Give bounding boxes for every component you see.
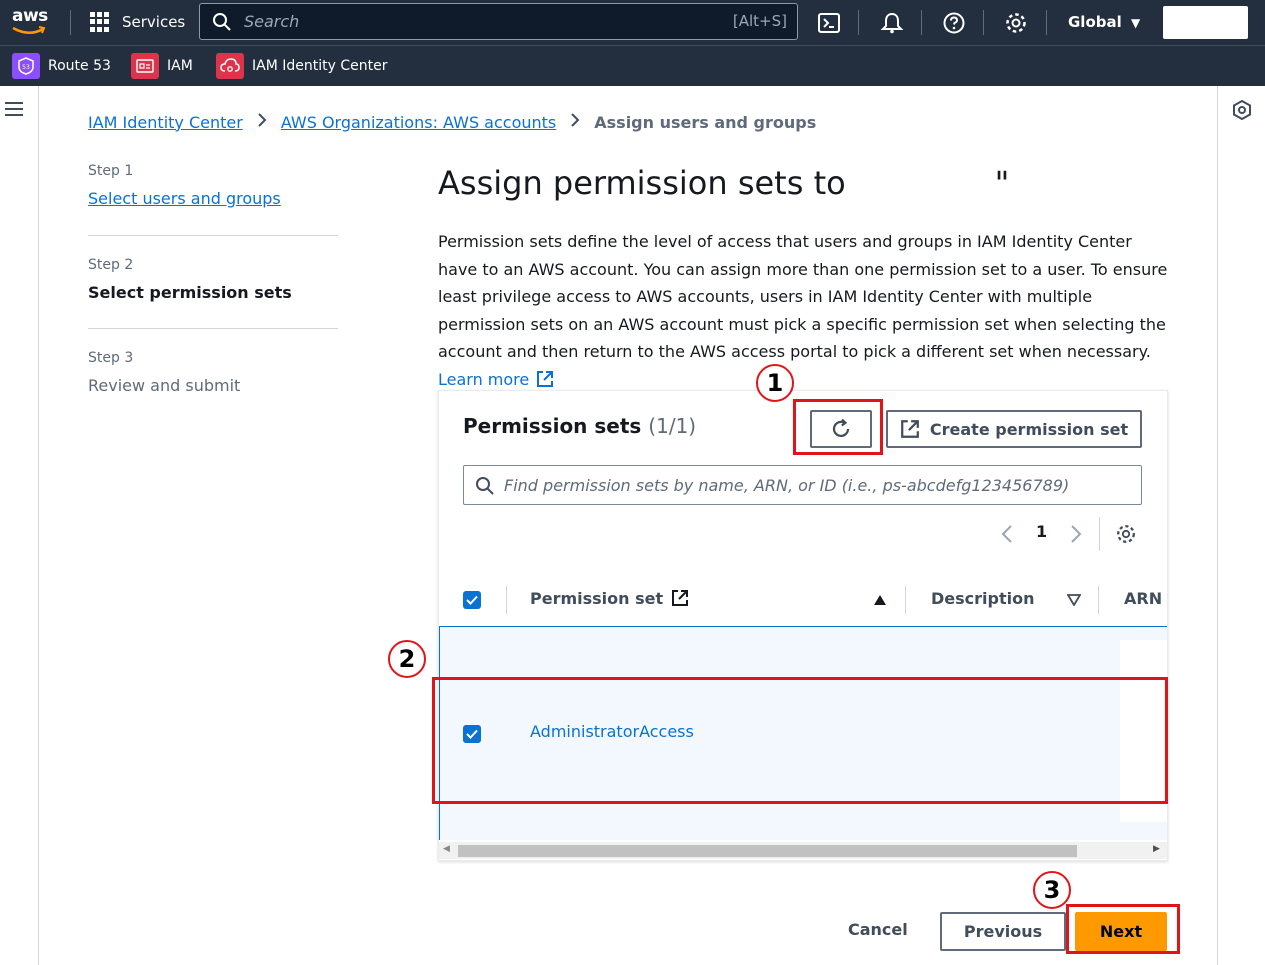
breadcrumb-link[interactable]: IAM Identity Center [88, 113, 243, 132]
scrollbar-thumb[interactable] [458, 845, 1077, 857]
services-menu-button[interactable]: Services [90, 12, 185, 32]
check-icon [466, 595, 478, 605]
cloudshell-icon[interactable] [817, 11, 841, 35]
favorite-label: IAM Identity Center [252, 58, 388, 74]
search-shortcut: [Alt+S] [732, 12, 787, 30]
search-placeholder: Search [244, 12, 300, 31]
caret-down-icon: ▼ [1131, 16, 1141, 30]
step-1-link[interactable]: Select users and groups [88, 189, 281, 208]
favorite-label: IAM [167, 58, 193, 74]
breadcrumb: IAM Identity Center AWS Organizations: A… [88, 112, 816, 132]
column-header-description[interactable]: Description [931, 589, 1034, 608]
iam-icon [131, 53, 159, 79]
info-panel-icon[interactable] [1232, 100, 1252, 120]
services-grid-icon [90, 12, 110, 32]
step-badge-2: 2 [388, 640, 426, 678]
sort-ascending-icon[interactable] [873, 594, 887, 606]
step-label: Step 1 [88, 163, 134, 179]
find-placeholder: Find permission sets by name, ARN, or ID… [504, 476, 1070, 495]
create-permission-set-button[interactable]: Create permission set [886, 410, 1142, 448]
next-page-icon[interactable] [1069, 524, 1083, 544]
page-title-text: Assign permission sets to " [438, 164, 871, 202]
page-number[interactable]: 1 [1036, 522, 1047, 541]
column-header-permission-set[interactable]: Permission set [530, 589, 689, 608]
external-link-icon [671, 590, 688, 606]
step-divider [88, 235, 338, 236]
step-divider [88, 328, 338, 329]
external-link-icon [537, 370, 554, 387]
previous-page-icon[interactable] [1000, 524, 1014, 544]
divider [858, 10, 859, 35]
navigation-divider [38, 86, 39, 965]
region-selector[interactable]: Global ▼ [1068, 13, 1140, 31]
select-all-checkbox[interactable] [463, 591, 481, 609]
search-input[interactable]: Search [Alt+S] [199, 3, 798, 40]
menu-hamburger-icon[interactable] [5, 101, 23, 117]
help-panel-divider [1217, 86, 1218, 965]
table-title: Permission sets (1/1) [463, 414, 697, 438]
favorite-route53[interactable]: 53 Route 53 [12, 53, 111, 79]
help-icon[interactable] [942, 11, 966, 35]
top-navigation-bar: aws Services Search [Alt+S] Global ▼ [0, 0, 1265, 45]
region-label: Global [1068, 13, 1122, 31]
aws-smile-icon [12, 26, 46, 34]
settings-gear-icon[interactable] [1004, 11, 1028, 35]
previous-button[interactable]: Previous [940, 912, 1066, 951]
external-link-icon [901, 420, 919, 438]
aws-logo-text: aws [12, 6, 48, 26]
favorite-iam-identity-center[interactable]: IAM Identity Center [216, 53, 387, 79]
column-divider [905, 586, 906, 614]
step-label: Step 2 [88, 257, 134, 273]
step-badge-1: 1 [756, 364, 794, 402]
favorite-iam[interactable]: IAM [131, 53, 193, 79]
services-label: Services [122, 13, 186, 31]
divider [1046, 10, 1047, 35]
find-permission-sets-input[interactable]: Find permission sets by name, ARN, or ID… [463, 465, 1142, 505]
identity-center-icon [216, 53, 244, 79]
create-button-label: Create permission set [929, 419, 1129, 439]
breadcrumb-current: Assign users and groups [594, 112, 817, 132]
route53-icon: 53 [12, 53, 40, 79]
scroll-right-arrow-icon[interactable]: ▶ [1153, 844, 1160, 854]
column-divider [506, 586, 507, 614]
highlight-box-refresh [793, 399, 883, 455]
svg-text:53: 53 [22, 64, 30, 71]
account-menu[interactable] [1163, 6, 1248, 39]
highlight-box-row [432, 677, 1168, 804]
description-text: Permission sets define the level of acce… [438, 232, 1168, 361]
table-preferences-gear-icon[interactable] [1115, 523, 1137, 545]
chevron-right-icon [257, 112, 267, 132]
chevron-right-icon [570, 112, 580, 132]
table-count: (1/1) [648, 414, 697, 438]
divider [70, 10, 71, 35]
redacted-account-name [858, 170, 978, 204]
column-divider [1098, 586, 1099, 614]
search-icon [476, 477, 494, 495]
favorite-label: Route 53 [48, 58, 111, 74]
favorites-bar: 53 Route 53 IAM IAM Identity Center [0, 45, 1265, 86]
sort-descending-icon[interactable] [1067, 594, 1081, 606]
pager-divider [1099, 517, 1100, 551]
cancel-button[interactable]: Cancel [848, 920, 908, 939]
column-header-arn[interactable]: ARN [1124, 589, 1162, 608]
page-title-end: " [994, 164, 1010, 202]
aws-logo[interactable]: aws [10, 6, 50, 40]
search-icon [213, 13, 231, 31]
breadcrumb-link[interactable]: AWS Organizations: AWS accounts [281, 113, 556, 132]
learn-more-link[interactable]: Learn more [438, 370, 554, 389]
divider [983, 10, 984, 35]
step-2-current: Select permission sets [88, 283, 292, 302]
step-badge-3: 3 [1033, 871, 1071, 909]
highlight-box-next [1066, 904, 1180, 954]
page-description: Permission sets define the level of acce… [438, 228, 1170, 393]
notifications-bell-icon[interactable] [880, 11, 904, 35]
scroll-left-arrow-icon[interactable]: ◀ [443, 844, 450, 854]
divider [921, 10, 922, 35]
step-label: Step 3 [88, 350, 134, 366]
step-3-disabled: Review and submit [88, 376, 241, 395]
